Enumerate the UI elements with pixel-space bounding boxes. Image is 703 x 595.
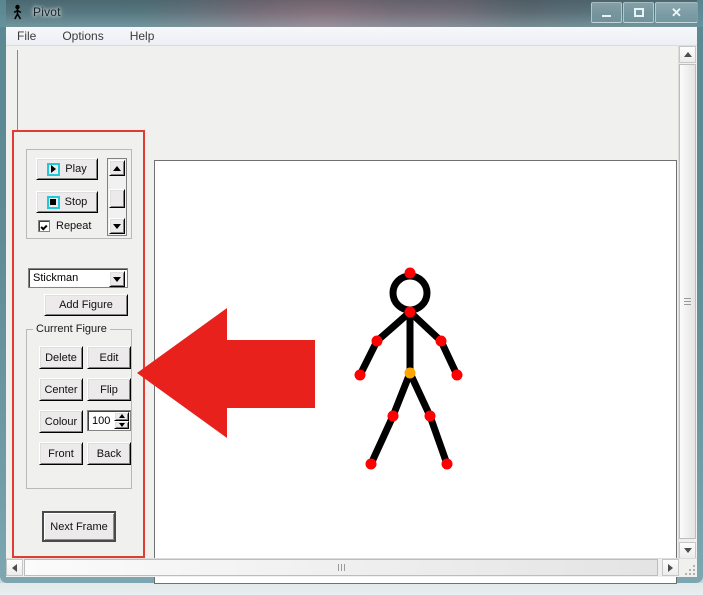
scroll-down-button[interactable] — [679, 542, 696, 559]
speed-scrollbar[interactable] — [107, 158, 127, 236]
scroll-thumb-grip — [684, 298, 691, 305]
arrow-right-icon — [668, 563, 673, 572]
center-label: Center — [44, 383, 78, 396]
screen: Pivot ✕ File Options Help Play Stop Repe… — [0, 0, 703, 595]
joint-dots — [354, 267, 463, 470]
repeat-label: Repeat — [56, 220, 92, 232]
flip-label: Flip — [100, 383, 118, 396]
horizontal-scroll-thumb[interactable] — [24, 559, 658, 576]
scroll-right-button[interactable] — [662, 559, 679, 576]
spinner-up-icon — [118, 414, 125, 419]
delete-button[interactable]: Delete — [39, 346, 83, 369]
next-frame-label: Next Frame — [50, 520, 108, 533]
head-circle — [389, 272, 431, 314]
back-button[interactable]: Back — [87, 442, 131, 465]
front-label: Front — [48, 447, 74, 460]
spinner-down-button[interactable] — [114, 420, 129, 429]
speed-scroll-down-button[interactable] — [109, 218, 125, 234]
play-button[interactable]: Play — [36, 158, 98, 180]
spinner-up-button[interactable] — [114, 412, 129, 421]
stop-label: Stop — [64, 196, 88, 208]
play-label: Play — [65, 163, 87, 175]
figure-type-combobox[interactable]: Stickman — [28, 268, 128, 288]
application-window: Pivot ✕ File Options Help Play Stop Repe… — [0, 0, 703, 584]
center-button[interactable]: Center — [39, 378, 83, 401]
vertical-scroll-thumb[interactable] — [679, 64, 696, 539]
edit-label: Edit — [99, 351, 119, 364]
back-label: Back — [96, 447, 122, 460]
edit-button[interactable]: Edit — [87, 346, 131, 369]
chevron-down-icon[interactable] — [109, 271, 125, 287]
speed-scroll-up-button[interactable] — [109, 160, 125, 176]
next-frame-button[interactable]: Next Frame — [43, 512, 115, 541]
colour-button[interactable]: Colour — [39, 410, 83, 433]
stop-button[interactable]: Stop — [36, 191, 98, 213]
arrow-left-icon — [12, 563, 17, 572]
repeat-checkbox[interactable]: Repeat — [38, 220, 91, 232]
repeat-check-icon — [38, 220, 50, 232]
arrow-up-icon — [113, 165, 121, 171]
scroll-thumb-grip — [337, 564, 345, 571]
current-figure-group: Current Figure Delete Edit Center Flip C… — [26, 323, 132, 489]
menu-item-help[interactable]: Help — [127, 28, 158, 44]
delete-label: Delete — [45, 351, 77, 364]
scroll-up-button[interactable] — [679, 46, 696, 63]
arrow-down-icon — [683, 548, 692, 553]
menu-item-options[interactable]: Options — [59, 28, 106, 44]
frame-strip-caret — [17, 50, 18, 138]
figure-size-value: 100 — [92, 414, 111, 427]
scroll-left-button[interactable] — [6, 559, 23, 576]
spinner-buttons — [114, 412, 129, 429]
figure-size-spinner[interactable]: 100 — [87, 410, 131, 431]
horizontal-scrollbar[interactable] — [6, 558, 697, 577]
colour-label: Colour — [44, 415, 78, 428]
center-joint — [404, 367, 416, 379]
resize-grip[interactable] — [683, 563, 695, 575]
spinner-down-icon — [118, 422, 125, 427]
play-icon — [47, 162, 61, 176]
annotation-arrow-left — [137, 308, 315, 438]
arrow-down-icon — [113, 223, 121, 229]
front-button[interactable]: Front — [39, 442, 83, 465]
speed-scroll-thumb[interactable] — [109, 189, 125, 208]
client-area: File Options Help Play Stop Repeat Stick… — [6, 27, 697, 584]
menu-bar: File Options Help — [6, 27, 697, 46]
flip-button[interactable]: Flip — [87, 378, 131, 401]
arrow-up-icon — [683, 52, 692, 57]
figure-type-value: Stickman — [33, 272, 79, 284]
vertical-scrollbar[interactable] — [678, 46, 697, 559]
current-figure-group-label: Current Figure — [33, 323, 110, 335]
menu-item-file[interactable]: File — [14, 28, 39, 44]
control-panel: Play Stop Repeat Stickman Add Figure Cur… — [12, 131, 145, 559]
add-figure-label: Add Figure — [59, 299, 113, 311]
playback-group: Play Stop Repeat — [26, 149, 132, 239]
add-figure-button[interactable]: Add Figure — [44, 294, 128, 316]
stop-icon — [46, 195, 60, 209]
